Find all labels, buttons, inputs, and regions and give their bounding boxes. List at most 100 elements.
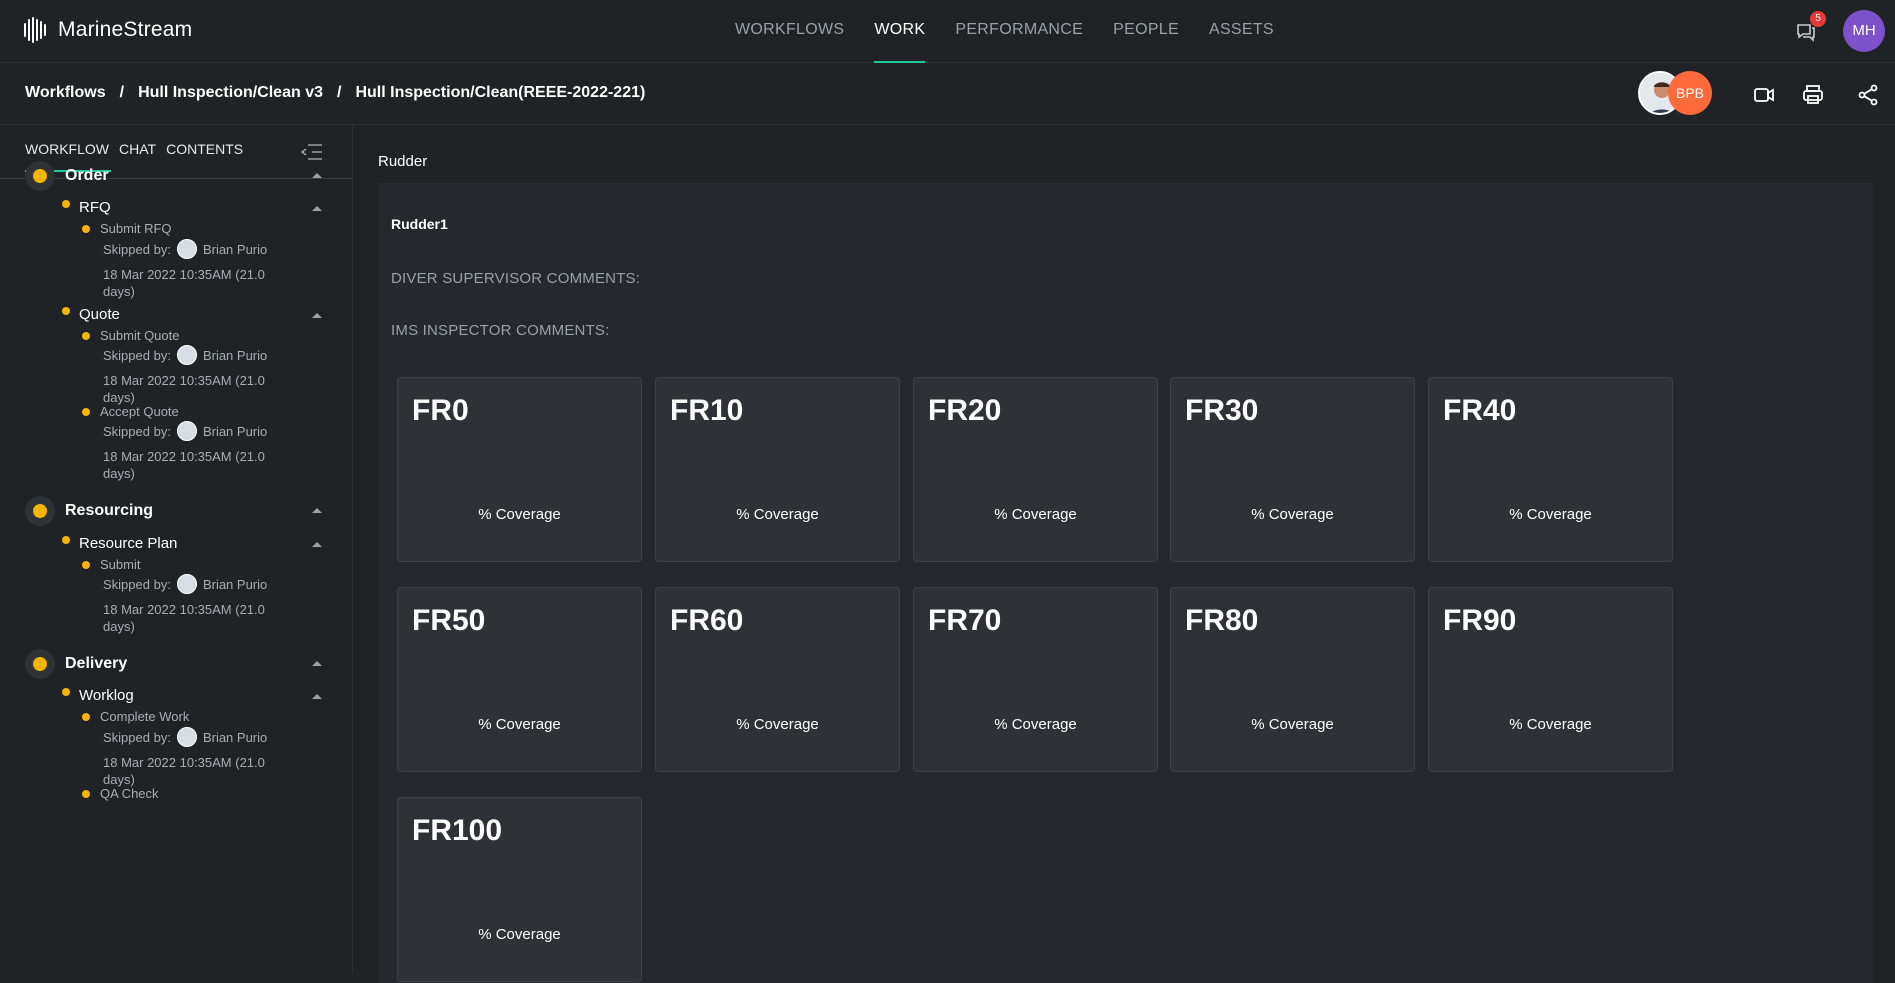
- skipped-label: Skipped by:: [103, 423, 171, 439]
- print-icon[interactable]: [1801, 83, 1825, 107]
- task-meta: Skipped by: Brian Purio 18 Mar 2022 10:35…: [103, 727, 267, 788]
- step-label: Quote: [79, 306, 120, 323]
- frame-card[interactable]: FR80 % Coverage: [1170, 587, 1415, 772]
- task-complete-work[interactable]: Complete Work: [82, 709, 189, 724]
- user-avatar[interactable]: MH: [1843, 10, 1885, 52]
- person-name: Brian Purio: [202, 347, 268, 363]
- collapse-sidebar-icon[interactable]: [300, 141, 324, 163]
- nav-people[interactable]: PEOPLE: [1098, 0, 1194, 63]
- breadcrumb-workflows[interactable]: Workflows: [25, 84, 106, 102]
- avatar: [176, 727, 197, 747]
- diver-supervisor-comments: DIVER SUPERVISOR COMMENTS:: [391, 270, 641, 287]
- person-name: Brian Purio: [202, 576, 268, 592]
- coverage-label: % Coverage: [478, 716, 561, 733]
- task-date: 18 Mar 2022 10:35AM (21.0: [103, 755, 265, 770]
- task-label: Submit Quote: [100, 328, 180, 343]
- top-navbar: MarineStream WORKFLOWS WORK PERFORMANCE …: [0, 0, 1895, 63]
- chevron-up-icon[interactable]: [312, 206, 322, 211]
- frame-card[interactable]: FR100 % Coverage: [397, 797, 642, 982]
- step-worklog[interactable]: Worklog: [62, 687, 134, 704]
- coverage-label: % Coverage: [994, 506, 1077, 523]
- nav-work[interactable]: WORK: [859, 0, 940, 63]
- task-meta: Skipped by: Brian Purio 18 Mar 2022 10:35…: [103, 239, 267, 300]
- task-date: 18 Mar 2022 10:35AM (21.0: [103, 602, 265, 617]
- status-dot: [82, 407, 90, 416]
- chevron-up-icon[interactable]: [312, 542, 322, 547]
- frame-card[interactable]: FR50 % Coverage: [397, 587, 642, 772]
- breadcrumb: Workflows / Hull Inspection/Clean v3 / H…: [25, 84, 645, 102]
- participant-avatar-initials[interactable]: BPB: [1668, 71, 1712, 115]
- person-name: Brian Purio: [202, 241, 268, 257]
- frame-label: FR60: [670, 604, 744, 637]
- avatar: [176, 574, 197, 594]
- coverage-label: % Coverage: [1509, 716, 1592, 733]
- tab-chat[interactable]: CHAT: [119, 141, 156, 172]
- task-submit-rfq[interactable]: Submit RFQ: [82, 221, 172, 236]
- notification-badge: 5: [1810, 11, 1826, 27]
- task-duration: days): [103, 466, 135, 481]
- frame-card[interactable]: FR90 % Coverage: [1428, 587, 1673, 772]
- share-icon[interactable]: [1856, 83, 1880, 107]
- status-dot: [82, 224, 90, 233]
- coverage-label: % Coverage: [994, 716, 1077, 733]
- coverage-label: % Coverage: [1509, 506, 1592, 523]
- task-submit-quote[interactable]: Submit Quote: [82, 328, 180, 343]
- task-label: Submit RFQ: [100, 221, 172, 236]
- coverage-label: % Coverage: [736, 716, 819, 733]
- breadcrumb-separator: /: [119, 84, 125, 101]
- nav-assets[interactable]: ASSETS: [1194, 0, 1289, 63]
- frame-label: FR0: [412, 394, 469, 427]
- task-date: 18 Mar 2022 10:35AM (21.0: [103, 373, 265, 388]
- chevron-up-icon[interactable]: [312, 173, 322, 178]
- frame-label: FR100: [412, 814, 503, 847]
- nav-workflows[interactable]: WORKFLOWS: [720, 0, 859, 63]
- stage-order[interactable]: Order: [25, 161, 109, 191]
- nav-performance[interactable]: PERFORMANCE: [940, 0, 1098, 63]
- status-dot: [82, 712, 90, 721]
- step-quote[interactable]: Quote: [62, 306, 120, 323]
- frame-card[interactable]: FR30 % Coverage: [1170, 377, 1415, 562]
- breadcrumb-separator: /: [337, 84, 342, 101]
- stage-resourcing[interactable]: Resourcing: [25, 496, 153, 526]
- frame-card[interactable]: FR10 % Coverage: [655, 377, 900, 562]
- frame-card[interactable]: FR0 % Coverage: [397, 377, 642, 562]
- frame-label: FR10: [670, 394, 744, 427]
- frame-card[interactable]: FR60 % Coverage: [655, 587, 900, 772]
- chevron-up-icon[interactable]: [312, 694, 322, 699]
- task-qa-check[interactable]: QA Check: [82, 786, 159, 801]
- frame-card[interactable]: FR40 % Coverage: [1428, 377, 1673, 562]
- brand-logo[interactable]: MarineStream: [24, 16, 192, 44]
- workflow-sidebar: WORKFLOW CHAT CONTENTS Order RFQ Submit …: [0, 125, 353, 974]
- video-call-icon[interactable]: [1752, 83, 1776, 107]
- step-resource-plan[interactable]: Resource Plan: [62, 535, 177, 552]
- task-date: 18 Mar 2022 10:35AM (21.0: [103, 267, 265, 282]
- ims-inspector-comments: IMS INSPECTOR COMMENTS:: [391, 322, 610, 339]
- status-dot: [62, 535, 70, 544]
- skipped-label: Skipped by:: [103, 576, 171, 592]
- frame-card[interactable]: FR20 % Coverage: [913, 377, 1158, 562]
- stage-delivery[interactable]: Delivery: [25, 649, 127, 679]
- step-label: Resource Plan: [79, 535, 178, 552]
- frame-card[interactable]: FR70 % Coverage: [913, 587, 1158, 772]
- coverage-label: % Coverage: [736, 506, 819, 523]
- task-submit[interactable]: Submit: [82, 557, 140, 572]
- chevron-up-icon[interactable]: [312, 661, 322, 666]
- avatar: [176, 345, 197, 365]
- breadcrumb-workflow-version[interactable]: Hull Inspection/Clean v3: [138, 84, 323, 102]
- status-dot: [25, 649, 55, 679]
- stage-label: Delivery: [65, 655, 128, 672]
- frame-label: FR50: [412, 604, 486, 637]
- status-dot: [25, 161, 55, 191]
- task-label: QA Check: [100, 786, 159, 801]
- person-name: Brian Purio: [202, 729, 268, 745]
- task-meta: Skipped by: Brian Purio 18 Mar 2022 10:35…: [103, 574, 267, 635]
- chevron-up-icon[interactable]: [312, 313, 322, 318]
- task-duration: days): [103, 284, 135, 299]
- chevron-up-icon[interactable]: [312, 508, 322, 513]
- brand-name: MarineStream: [58, 18, 193, 41]
- task-meta: Skipped by: Brian Purio 18 Mar 2022 10:35…: [103, 345, 267, 406]
- step-rfq[interactable]: RFQ: [62, 199, 111, 216]
- breadcrumb-current: Hull Inspection/Clean(REEE-2022-221): [355, 84, 646, 101]
- task-accept-quote[interactable]: Accept Quote: [82, 404, 179, 419]
- tab-contents[interactable]: CONTENTS: [166, 141, 243, 172]
